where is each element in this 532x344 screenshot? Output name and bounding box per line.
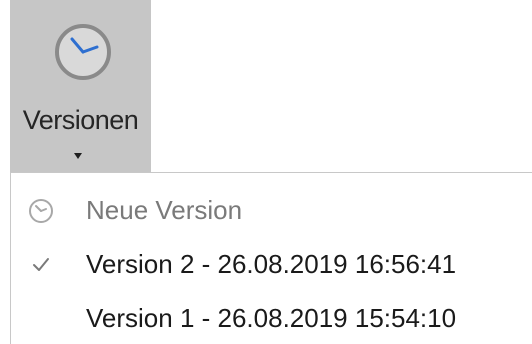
app-canvas: Versionen Neue Version Version 2 - 26.08…: [0, 0, 532, 344]
versions-dropdown-menu: Neue Version Version 2 - 26.08.2019 16:5…: [10, 172, 532, 344]
checkmark-icon: [33, 258, 49, 271]
versions-ribbon-label: Versionen: [22, 105, 139, 135]
menu-item-new-version[interactable]: Neue Version: [11, 186, 532, 238]
clock-icon: [55, 24, 111, 80]
versions-ribbon-button[interactable]: Versionen: [10, 0, 151, 172]
menu-item-label: Version 2 - 26.08.2019 16:56:41: [86, 249, 457, 279]
menu-item-version-1[interactable]: Version 1 - 26.08.2019 15:54:10: [11, 294, 532, 344]
menu-item-label: Neue Version: [86, 195, 243, 225]
menu-item-label: Version 1 - 26.08.2019 15:54:10: [86, 303, 457, 333]
menu-item-version-2[interactable]: Version 2 - 26.08.2019 16:56:41: [11, 240, 532, 292]
clock-icon: [29, 199, 53, 223]
chevron-down-icon[interactable]: [74, 153, 82, 159]
